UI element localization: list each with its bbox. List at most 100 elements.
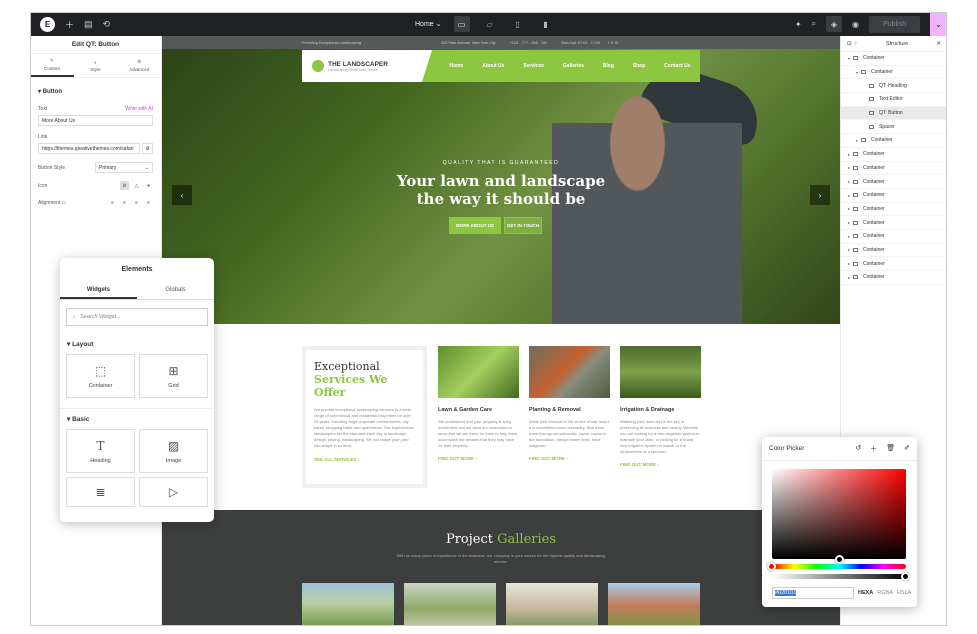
hue-slider[interactable] [772,564,906,569]
menu-item-home[interactable]: Home [449,63,463,69]
align-right-icon[interactable]: ≡ [132,198,141,207]
tab-advanced[interactable]: ⚙ Advanced [117,54,161,77]
caret-icon[interactable]: ▸ [845,234,853,239]
align-left-icon[interactable]: ≡ [108,198,117,207]
gallery-image[interactable] [506,583,598,626]
find-out-more-link[interactable]: FIND OUT MORE › [529,456,610,461]
structure-item[interactable]: ▾ Container [841,52,947,66]
tab-globals[interactable]: Globals [137,282,214,299]
structure-icon[interactable]: ◈ [826,16,843,32]
menu-item-shop[interactable]: Shop [633,63,646,69]
hue-handle[interactable] [767,562,776,571]
mode-hexa[interactable]: HEXA [858,587,873,599]
caret-icon[interactable]: ▸ [845,152,853,157]
widget-heading[interactable]: T Heading [66,429,135,473]
widget-container[interactable]: ⬚ Container [66,354,135,398]
caret-icon[interactable]: ▸ [845,275,853,280]
gallery-image[interactable] [608,583,700,626]
saturation-area[interactable] [772,469,906,559]
add-icon[interactable]: ＋ [870,444,877,454]
gallery-image[interactable] [404,583,496,626]
widget-image[interactable]: ▨ Image [139,429,208,473]
close-icon[interactable]: ✕ [936,41,941,47]
search-icon[interactable]: ⌕ [812,19,816,29]
menu-item-contact[interactable]: Contact Us [664,63,690,69]
see-all-services-link[interactable]: SEE ALL SERVICES › [314,457,415,462]
caret-icon[interactable]: ▸ [845,193,853,198]
link-options-gear-icon[interactable]: ⚙ [142,143,153,154]
slider-next-arrow-icon[interactable]: › [810,185,830,205]
caret-icon[interactable]: ▸ [845,165,853,170]
alpha-slider[interactable] [772,574,906,579]
mode-hsla[interactable]: HSLA [897,587,911,599]
structure-item[interactable]: ▸ Container [841,134,947,148]
hex-input[interactable]: #020101 [772,587,854,599]
button-text-input[interactable]: More About Us [38,115,153,126]
reset-icon[interactable]: ↺ [855,444,861,454]
gallery-image[interactable] [302,583,394,626]
caret-icon[interactable]: ▸ [853,138,861,143]
desktop-icon[interactable]: ▭ [62,200,67,206]
page-selector[interactable]: Home ⌄ [415,20,442,28]
link-input[interactable]: https://themes.qreativethemes.com/safari [38,143,140,154]
delete-icon[interactable]: 🗑 [886,444,895,454]
structure-item[interactable]: ▸ Container [841,189,947,203]
structure-header-icons[interactable]: ⊡ ⁘ [847,41,858,47]
add-icon[interactable]: ＋ [65,18,74,31]
widget-search-input[interactable]: ⌕ Search Widget... [66,308,208,326]
get-in-touch-button[interactable]: GET IN TOUCH [504,217,542,234]
upload-svg-option[interactable]: ● [144,181,153,190]
align-center-icon[interactable]: ≡ [120,198,129,207]
widget-text-editor[interactable]: ≣ [66,477,135,507]
button-style-select[interactable]: Primary ⌄ [95,162,153,173]
ai-sparkle-icon[interactable]: ✦ [795,20,802,29]
tab-widgets[interactable]: Widgets [60,282,137,299]
no-icon-option[interactable]: ⊘ [120,181,129,190]
caret-icon[interactable]: ▸ [845,220,853,225]
social-icons[interactable]: f ✕ ◎ [608,40,618,45]
eyedropper-icon[interactable]: ✐ [904,444,910,454]
structure-item[interactable]: ▸ Container [841,162,947,176]
menu-item-services[interactable]: Services [523,63,544,69]
find-out-more-link[interactable]: FIND OUT MORE › [438,456,519,461]
preview-eye-icon[interactable]: ◉ [852,20,859,29]
structure-item[interactable]: ▸ Container [841,175,947,189]
write-with-ai-link[interactable]: Write with AI [125,106,153,112]
basic-category[interactable]: ▾ Basic [60,409,214,429]
caret-icon[interactable]: ▾ [845,56,853,61]
structure-item[interactable]: ▾ Container [841,66,947,80]
structure-item[interactable]: QT: Button [841,106,947,121]
saturation-handle[interactable] [835,555,844,564]
elementor-logo[interactable]: E [40,16,55,32]
mobile-view-icon[interactable]: ▮ [538,16,554,32]
structure-item[interactable]: Text Editor [841,93,947,107]
layout-category[interactable]: ▾ Layout [60,334,214,354]
caret-icon[interactable]: ▸ [845,179,853,184]
publish-button[interactable]: Publish [869,15,920,33]
structure-item[interactable]: Spacer [841,120,947,135]
caret-icon[interactable]: ▾ [853,70,861,75]
alpha-handle[interactable] [901,572,910,581]
structure-item[interactable]: ▸ Container [841,244,947,258]
page-settings-icon[interactable]: ▤ [84,19,93,30]
desktop-view-icon[interactable]: ▭ [453,16,470,32]
slider-prev-arrow-icon[interactable]: ‹ [172,185,192,205]
structure-item[interactable]: QT: Heading [841,79,947,94]
find-out-more-link[interactable]: FIND OUT MORE › [620,462,701,467]
tab-content[interactable]: ✎ Content [30,54,74,77]
align-justify-icon[interactable]: ≡ [144,198,153,207]
tablet-view-icon[interactable]: ▯ [510,16,526,32]
structure-item[interactable]: ▸ Container [841,203,947,217]
structure-item[interactable]: ▸ Container [841,230,947,244]
mode-rgba[interactable]: RGBA [877,587,893,599]
caret-icon[interactable]: ▸ [845,247,853,252]
caret-icon[interactable]: ▸ [845,206,853,211]
menu-item-blog[interactable]: Blog [603,63,614,69]
structure-item[interactable]: ▸ Container [841,257,947,271]
structure-item[interactable]: ▸ Container [841,216,947,230]
publish-options-chevron-icon[interactable]: ⌄ [930,12,947,36]
icon-library-option[interactable]: △ [132,181,141,190]
history-icon[interactable]: ⟲ [103,19,111,30]
tab-style[interactable]: ◐ Style [74,54,118,77]
structure-item[interactable]: ▸ Container [841,271,947,285]
